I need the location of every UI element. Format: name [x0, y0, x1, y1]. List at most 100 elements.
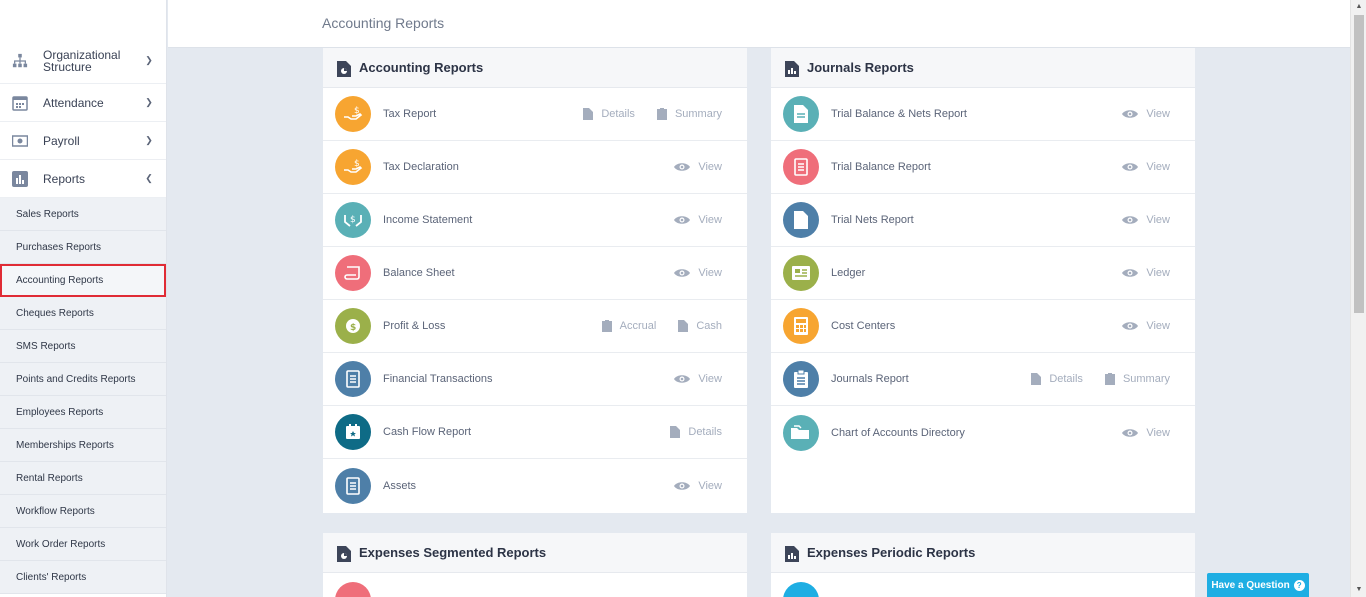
svg-text:$: $ [354, 106, 360, 116]
accounting-reports-panel: Accounting Reports $ Tax Report Details … [323, 48, 747, 513]
money-badge-icon: $ [335, 308, 371, 344]
checklist-icon [783, 149, 819, 185]
nav-label: Payroll [43, 133, 80, 148]
report-label: Ledger [831, 267, 866, 279]
sub-item-cheques-reports[interactable]: Cheques Reports [0, 297, 166, 330]
report-row-tax-report[interactable]: $ Tax Report Details Summary [323, 88, 747, 141]
view-link[interactable]: View [1122, 108, 1170, 120]
action-label: View [1146, 161, 1170, 173]
report-label: Cost Centers [831, 320, 896, 332]
report-row-profit-loss[interactable]: $ Profit & Loss Accrual Cash [323, 300, 747, 353]
report-row-cash-flow[interactable]: Cash Flow Report Details [323, 406, 747, 459]
report-row-partial[interactable] [771, 573, 1195, 597]
file-icon [783, 202, 819, 238]
report-label: Trial Balance & Nets Report [831, 108, 967, 120]
sub-item-purchases-reports[interactable]: Purchases Reports [0, 231, 166, 264]
accrual-link[interactable]: Accrual [601, 320, 656, 332]
sub-item-clients-reports[interactable]: Clients' Reports [0, 561, 166, 594]
report-row-assets[interactable]: Assets View [323, 459, 747, 512]
clipboard-icon [656, 108, 667, 120]
view-link[interactable]: View [674, 214, 722, 226]
action-label: View [1146, 108, 1170, 120]
report-row-journals-report[interactable]: Journals Report Details Summary [771, 353, 1195, 406]
chart-file-icon [785, 60, 799, 77]
folders-icon [783, 414, 819, 451]
action-label: Cash [696, 320, 722, 332]
report-row-balance-sheet[interactable]: Balance Sheet View [323, 247, 747, 300]
nav-item-organizational-structure[interactable]: Organizational Structure ❯ [0, 38, 166, 84]
report-row-trial-balance-nets[interactable]: Trial Balance & Nets Report View [771, 88, 1195, 141]
chart-file-icon [785, 545, 799, 562]
sub-item-accounting-reports[interactable]: Accounting Reports [0, 264, 166, 297]
calculator-icon [783, 308, 819, 344]
sub-item-memberships-reports[interactable]: Memberships Reports [0, 429, 166, 462]
report-label: Financial Transactions [383, 373, 493, 385]
document-icon [678, 320, 689, 332]
sub-item-points-credits-reports[interactable]: Points and Credits Reports [0, 363, 166, 396]
view-link[interactable]: View [1122, 161, 1170, 173]
view-link[interactable]: View [1122, 320, 1170, 332]
page-scrollbar[interactable]: ▲ ▼ [1350, 0, 1366, 597]
report-row-trial-nets[interactable]: Trial Nets Report View [771, 194, 1195, 247]
question-icon: ? [1293, 579, 1305, 591]
details-link[interactable]: Details [670, 426, 722, 438]
have-a-question-button[interactable]: Have a Question ? [1207, 573, 1309, 597]
nav-item-reports[interactable]: Reports ❮ [0, 160, 166, 198]
view-link[interactable]: View [674, 161, 722, 173]
report-row-trial-balance[interactable]: Trial Balance Report View [771, 141, 1195, 194]
journals-reports-panel: Journals Reports Trial Balance & Nets Re… [771, 48, 1195, 513]
sub-item-workflow-reports[interactable]: Workflow Reports [0, 495, 166, 528]
summary-link[interactable]: Summary [1104, 373, 1170, 385]
report-label: Profit & Loss [383, 320, 446, 332]
report-row-financial-transactions[interactable]: Financial Transactions View [323, 353, 747, 406]
sub-item-work-order-reports[interactable]: Work Order Reports [0, 528, 166, 561]
action-label: View [698, 479, 722, 492]
scrollbar-thumb[interactable] [1354, 15, 1364, 313]
scroll-icon [335, 255, 371, 291]
report-row-partial[interactable] [323, 573, 747, 597]
document-icon [670, 426, 681, 438]
view-link[interactable]: View [674, 373, 722, 385]
view-link[interactable]: View [1122, 267, 1170, 279]
clipboard-icon [1104, 373, 1115, 385]
action-label: Summary [674, 108, 722, 120]
nav-label: Attendance [43, 95, 104, 110]
top-bar: Accounting Reports [168, 0, 1350, 48]
sub-item-employees-reports[interactable]: Employees Reports [0, 396, 166, 429]
nav-item-payroll[interactable]: Payroll ❯ [0, 122, 166, 160]
report-row-tax-declaration[interactable]: $ Tax Declaration View [323, 141, 747, 194]
sub-item-sms-reports[interactable]: SMS Reports [0, 330, 166, 363]
report-label: Cash Flow Report [383, 426, 472, 438]
report-row-chart-of-accounts[interactable]: Chart of Accounts Directory View [771, 406, 1195, 459]
report-row-cost-centers[interactable]: Cost Centers View [771, 300, 1195, 353]
cash-link[interactable]: Cash [678, 320, 722, 332]
report-label: Trial Balance Report [831, 161, 931, 173]
summary-link[interactable]: Summary [656, 108, 722, 120]
sub-item-rental-reports[interactable]: Rental Reports [0, 462, 166, 495]
chevron-down-icon: ❯ [145, 55, 153, 65]
action-label: View [1146, 320, 1170, 332]
scroll-down-arrow[interactable]: ▼ [1351, 583, 1366, 597]
action-label: View [1146, 426, 1170, 439]
nav-item-attendance[interactable]: Attendance ❯ [0, 84, 166, 122]
view-link[interactable]: View [1122, 214, 1170, 226]
org-chart-icon [12, 53, 28, 69]
view-link[interactable]: View [674, 267, 722, 279]
report-label: Balance Sheet [383, 267, 455, 279]
details-link[interactable]: Details [1031, 373, 1083, 385]
panel-title: Accounting Reports [359, 60, 484, 75]
action-label: Details [601, 108, 635, 120]
sub-item-sales-reports[interactable]: Sales Reports [0, 198, 166, 231]
eye-icon [674, 481, 691, 491]
scroll-up-arrow[interactable]: ▲ [1351, 0, 1366, 14]
eye-icon [674, 374, 691, 384]
details-link[interactable]: Details [583, 108, 635, 120]
action-label: View [698, 267, 722, 279]
help-label: Have a Question [1211, 579, 1290, 591]
panel-header: Accounting Reports [323, 48, 747, 88]
view-link[interactable]: View [674, 480, 722, 492]
report-row-income-statement[interactable]: $ Income Statement View [323, 194, 747, 247]
view-link[interactable]: View [1122, 427, 1170, 439]
report-row-ledger[interactable]: Ledger View [771, 247, 1195, 300]
action-label: View [1146, 267, 1170, 279]
